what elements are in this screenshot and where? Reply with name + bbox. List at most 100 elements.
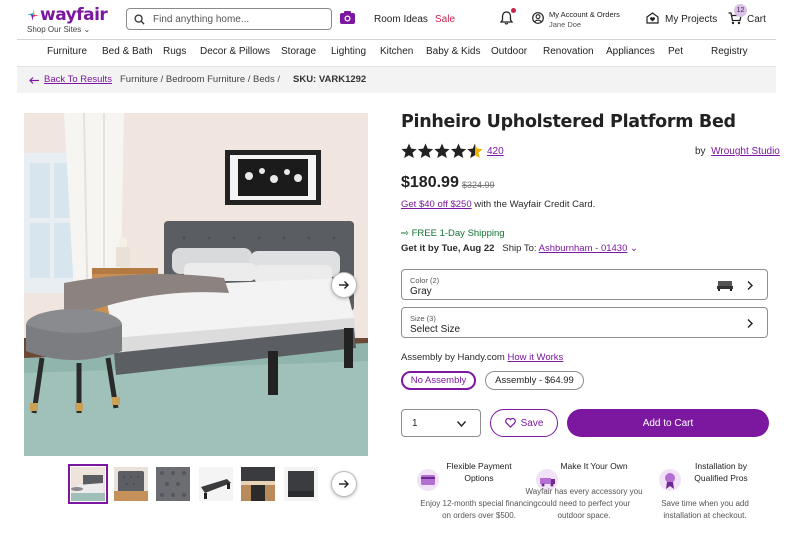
size-selector[interactable]: Size (3) Select Size — [401, 307, 768, 338]
review-count-link[interactable]: 420 — [487, 146, 504, 157]
nav-baby-kids[interactable]: Baby & Kids — [426, 46, 480, 57]
nav-lighting[interactable]: Lighting — [331, 46, 366, 57]
feature-title: Flexible Payment Options — [446, 461, 512, 483]
bed-swatch-icon — [717, 281, 733, 291]
thumbnail-image — [199, 467, 233, 501]
cart-link[interactable]: Cart — [747, 14, 766, 25]
no-assembly-option[interactable]: No Assembly — [401, 371, 476, 390]
next-image-button[interactable] — [331, 272, 357, 298]
thumbnail-image — [114, 467, 148, 501]
sale-link[interactable]: Sale — [435, 14, 455, 25]
chevron-right-icon — [747, 281, 753, 290]
truck-icon: ⇨ — [401, 228, 409, 239]
feature-body: Save time when you add installation at c… — [661, 499, 749, 520]
shipping-text: FREE 1-Day Shipping — [411, 228, 505, 239]
arrow-right-icon — [339, 281, 349, 289]
thumbnail-4[interactable] — [199, 467, 233, 501]
thumbnail-image — [71, 467, 105, 501]
shop-our-sites[interactable]: Shop Our Sites ⌄ — [27, 25, 90, 34]
color-value: Gray — [410, 286, 432, 297]
product-title: Pinheiro Upholstered Platform Bed — [401, 112, 736, 132]
search-placeholder: Find anything home... — [153, 14, 250, 25]
next-thumbnails-button[interactable] — [331, 471, 357, 497]
thumbnail-2[interactable] — [114, 467, 148, 501]
nav-decor-pillows[interactable]: Decor & Pillows — [200, 46, 270, 57]
chevron-right-icon — [747, 319, 753, 328]
size-value: Select Size — [410, 324, 461, 335]
assembly-paid-option[interactable]: Assembly - $64.99 — [485, 371, 584, 390]
back-to-results-link[interactable]: Back To Results — [44, 74, 112, 85]
feature-body: Wayfair has every accessory you could ne… — [525, 487, 643, 520]
account-name: Jane Doe — [549, 20, 582, 29]
search-icon — [134, 14, 145, 25]
thumbnail-image — [156, 467, 190, 501]
nav-renovation[interactable]: Renovation — [543, 46, 594, 57]
projects-icon[interactable] — [646, 12, 659, 24]
bell-icon[interactable] — [500, 11, 513, 25]
quantity-select[interactable]: 1 — [401, 409, 481, 437]
delivery-estimate: Get it by Tue, Aug 22 Ship To: Ashburnha… — [401, 243, 638, 254]
assembly-text: Assembly by Handy.com — [401, 352, 505, 363]
header-divider — [17, 39, 776, 40]
star-icons — [401, 143, 483, 158]
logo-pinwheel-icon — [27, 9, 39, 21]
nav-appliances[interactable]: Appliances — [606, 46, 655, 57]
nav-kitchen[interactable]: Kitchen — [380, 46, 413, 57]
heart-icon — [504, 418, 516, 428]
ship-to-zip-link[interactable]: Ashburnham - 01430 — [539, 243, 628, 254]
feature-installation: Installation by Qualified Pros Save time… — [645, 460, 765, 522]
thumbnail-3[interactable] — [156, 467, 190, 501]
room-ideas-link[interactable]: Room Ideas — [374, 14, 428, 25]
nav-storage[interactable]: Storage — [281, 46, 316, 57]
account-link[interactable]: My Account & Orders — [549, 10, 620, 19]
logo-wordmark: wayfair — [40, 5, 108, 25]
bed-photo — [24, 113, 368, 456]
nav-rugs[interactable]: Rugs — [163, 46, 186, 57]
color-selector[interactable]: Color (2) Gray — [401, 269, 768, 300]
color-label: Color (2) — [410, 276, 440, 285]
thumbnail-6[interactable] — [284, 467, 318, 501]
nav-furniture[interactable]: Furniture — [47, 46, 87, 57]
thumbnail-1[interactable] — [68, 464, 108, 504]
nav-pet[interactable]: Pet — [668, 46, 683, 57]
chevron-down-icon — [457, 421, 466, 427]
nav-registry[interactable]: Registry — [711, 46, 748, 57]
search-input[interactable]: Find anything home... — [126, 8, 332, 30]
chevron-down-icon[interactable]: ⌄ — [630, 243, 638, 254]
save-button[interactable]: Save — [490, 409, 558, 437]
credit-offer-text: with the Wayfair Credit Card. — [474, 199, 596, 210]
nav-bed-bath[interactable]: Bed & Bath — [102, 46, 153, 57]
product-main-image[interactable] — [24, 113, 368, 456]
camera-search-icon[interactable] — [340, 11, 355, 24]
brand-link[interactable]: Wrought Studio — [711, 146, 780, 157]
credit-offer-link[interactable]: Get $40 off $250 — [401, 199, 472, 210]
credit-card-offer: Get $40 off $250 with the Wayfair Credit… — [401, 199, 595, 210]
my-projects-link[interactable]: My Projects — [665, 14, 717, 25]
quantity-value: 1 — [412, 418, 418, 429]
brand-line: by Wrought Studio — [695, 146, 780, 157]
delivery-date: Get it by Tue, Aug 22 — [401, 243, 495, 254]
breadcrumb-path[interactable]: Furniture / Bedroom Furniture / Beds / — [120, 74, 280, 85]
sale-price: $180.99 — [401, 174, 459, 191]
account-icon[interactable] — [532, 12, 544, 24]
arrow-left-icon[interactable] — [29, 77, 39, 84]
feature-title: Installation by Qualified Pros — [694, 461, 748, 483]
feature-title: Make It Your Own — [560, 461, 628, 471]
size-label: Size (3) — [410, 314, 436, 323]
original-price: $324.99 — [462, 180, 495, 190]
sku-label: SKU: VARK1292 — [293, 74, 367, 85]
how-it-works-link[interactable]: How it Works — [507, 352, 563, 363]
star-rating[interactable] — [401, 143, 483, 159]
save-label: Save — [520, 417, 544, 429]
thumbnail-5[interactable] — [241, 467, 275, 501]
arrow-right-icon — [339, 480, 349, 488]
chevron-down-icon: ⌄ — [83, 25, 91, 34]
shop-our-sites-label: Shop Our Sites — [27, 25, 82, 34]
feature-payment: Flexible Payment Options Enjoy 12-month … — [419, 460, 539, 522]
wayfair-logo[interactable]: wayfair Shop Our Sites ⌄ — [27, 5, 117, 35]
ship-to-label: Ship To: — [502, 243, 537, 254]
feature-body: Enjoy 12-month special financing on orde… — [420, 499, 538, 520]
thumbnail-image — [284, 467, 318, 501]
add-to-cart-button[interactable]: Add to Cart — [567, 409, 769, 437]
nav-outdoor[interactable]: Outdoor — [491, 46, 527, 57]
